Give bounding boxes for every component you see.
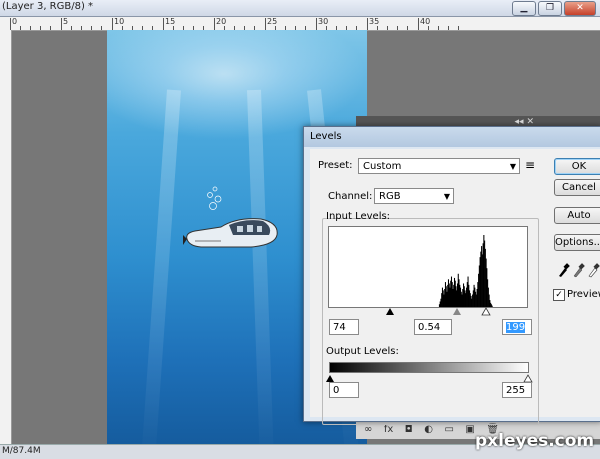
input-white-field[interactable]: 199 bbox=[502, 319, 532, 335]
ruler-label: 10 bbox=[114, 17, 125, 26]
layer-mask-icon[interactable]: ◘ bbox=[405, 424, 413, 435]
chevron-down-icon: ▼ bbox=[443, 192, 450, 201]
channel-label: Channel: bbox=[326, 191, 375, 202]
ruler-tick bbox=[377, 26, 378, 30]
white-eyedropper-icon[interactable] bbox=[588, 263, 600, 278]
output-white-field[interactable]: 255 bbox=[502, 382, 532, 398]
ruler-tick bbox=[316, 18, 317, 30]
cancel-button[interactable]: Cancel bbox=[554, 179, 600, 196]
light-ray bbox=[247, 89, 275, 444]
output-black-slider bbox=[326, 375, 334, 382]
ruler-tick bbox=[407, 26, 408, 30]
black-eyedropper-icon[interactable] bbox=[559, 263, 570, 277]
light-ray bbox=[140, 89, 181, 444]
ruler-label: 5 bbox=[63, 17, 69, 26]
link-layers-icon[interactable]: ∞ bbox=[364, 424, 372, 435]
ruler-tick bbox=[163, 18, 164, 30]
ruler-tick bbox=[438, 26, 439, 30]
black-point-slider bbox=[386, 308, 394, 315]
submarine bbox=[183, 218, 278, 248]
restore-button[interactable]: ❐ bbox=[538, 1, 562, 16]
ruler-tick bbox=[418, 18, 419, 30]
ruler-tick bbox=[101, 26, 102, 30]
ruler-label: 30 bbox=[318, 17, 329, 26]
preview-checkbox[interactable]: ✓ bbox=[553, 289, 565, 301]
watermark: pxleyes.com bbox=[475, 431, 595, 451]
ruler-tick bbox=[30, 26, 31, 30]
ruler-label: 20 bbox=[216, 17, 227, 26]
auto-button[interactable]: Auto bbox=[554, 207, 600, 224]
channel-select[interactable]: RGB ▼ bbox=[374, 188, 454, 204]
options-button[interactable]: Options... bbox=[554, 234, 600, 251]
ruler-tick bbox=[91, 26, 92, 30]
input-levels-label: Input Levels: bbox=[326, 211, 391, 222]
preset-select[interactable]: Custom ▼ bbox=[358, 158, 520, 174]
histogram bbox=[328, 226, 528, 308]
levels-dialog-title-bar[interactable]: Levels bbox=[304, 127, 600, 147]
bubbles bbox=[207, 186, 222, 210]
preset-value: Custom bbox=[363, 161, 402, 172]
ruler-tick bbox=[458, 26, 459, 30]
ruler-tick bbox=[397, 26, 398, 30]
close-button[interactable]: ✕ bbox=[564, 1, 596, 16]
new-group-icon[interactable]: ▭ bbox=[444, 424, 453, 435]
ruler-tick bbox=[428, 26, 429, 30]
preset-label: Preset: bbox=[318, 160, 353, 171]
chevron-down-icon: ▼ bbox=[509, 162, 516, 171]
input-sliders[interactable] bbox=[328, 306, 528, 316]
gamma-slider bbox=[453, 308, 461, 315]
ruler-tick bbox=[20, 26, 21, 30]
minimize-button[interactable]: ▁ bbox=[512, 1, 536, 16]
ruler-tick bbox=[81, 26, 82, 30]
vertical-ruler[interactable] bbox=[0, 30, 12, 444]
ruler-label: 0 bbox=[12, 17, 18, 26]
input-black-field[interactable]: 74 bbox=[329, 319, 359, 335]
ruler-label: 25 bbox=[267, 17, 278, 26]
ruler-label: 35 bbox=[369, 17, 380, 26]
ruler-tick bbox=[61, 18, 62, 30]
channel-value: RGB bbox=[379, 191, 401, 202]
levels-dialog: Levels Preset: Custom ▼ ≡ Channel: RGB ▼… bbox=[303, 126, 600, 425]
document-title: (Layer 3, RGB/8) * bbox=[2, 1, 94, 12]
ruler-tick bbox=[10, 18, 11, 30]
output-black-field[interactable]: 0 bbox=[329, 382, 359, 398]
ruler-tick bbox=[265, 18, 266, 30]
ruler-tick bbox=[50, 26, 51, 30]
output-white-slider bbox=[523, 374, 533, 383]
new-layer-icon[interactable]: ▣ bbox=[465, 424, 474, 435]
preset-options-icon[interactable]: ≡ bbox=[525, 158, 535, 172]
water-surface bbox=[107, 30, 367, 140]
document-size: M/87.4M bbox=[2, 446, 41, 456]
white-point-slider bbox=[481, 307, 491, 316]
ruler-tick bbox=[367, 18, 368, 30]
preview-label: Preview bbox=[567, 289, 600, 300]
adjustment-layer-icon[interactable]: ◐ bbox=[424, 424, 433, 435]
layer-style-icon[interactable]: fx bbox=[384, 424, 393, 435]
ok-button[interactable]: OK bbox=[554, 158, 600, 175]
ruler-tick bbox=[214, 18, 215, 30]
ruler-label: 40 bbox=[420, 17, 431, 26]
eyedroppers bbox=[559, 263, 600, 278]
ruler-tick bbox=[40, 26, 41, 30]
ruler-tick bbox=[71, 26, 72, 30]
ruler-tick bbox=[448, 26, 449, 30]
input-gamma-field[interactable]: 0.54 bbox=[414, 319, 452, 335]
ruler-label: 15 bbox=[165, 17, 176, 26]
document-title-bar: (Layer 3, RGB/8) * ▁ ❐ ✕ bbox=[0, 0, 600, 17]
output-gradient bbox=[329, 362, 529, 373]
horizontal-ruler[interactable]: 0 5 10 15 20 25 30 35 40 bbox=[0, 17, 600, 31]
input-white-value: 199 bbox=[506, 322, 526, 333]
levels-dialog-title: Levels bbox=[310, 131, 342, 142]
gray-eyedropper-icon[interactable] bbox=[573, 263, 585, 278]
output-levels-label: Output Levels: bbox=[326, 346, 399, 357]
ruler-tick bbox=[387, 26, 388, 30]
ruler-tick bbox=[112, 18, 113, 30]
